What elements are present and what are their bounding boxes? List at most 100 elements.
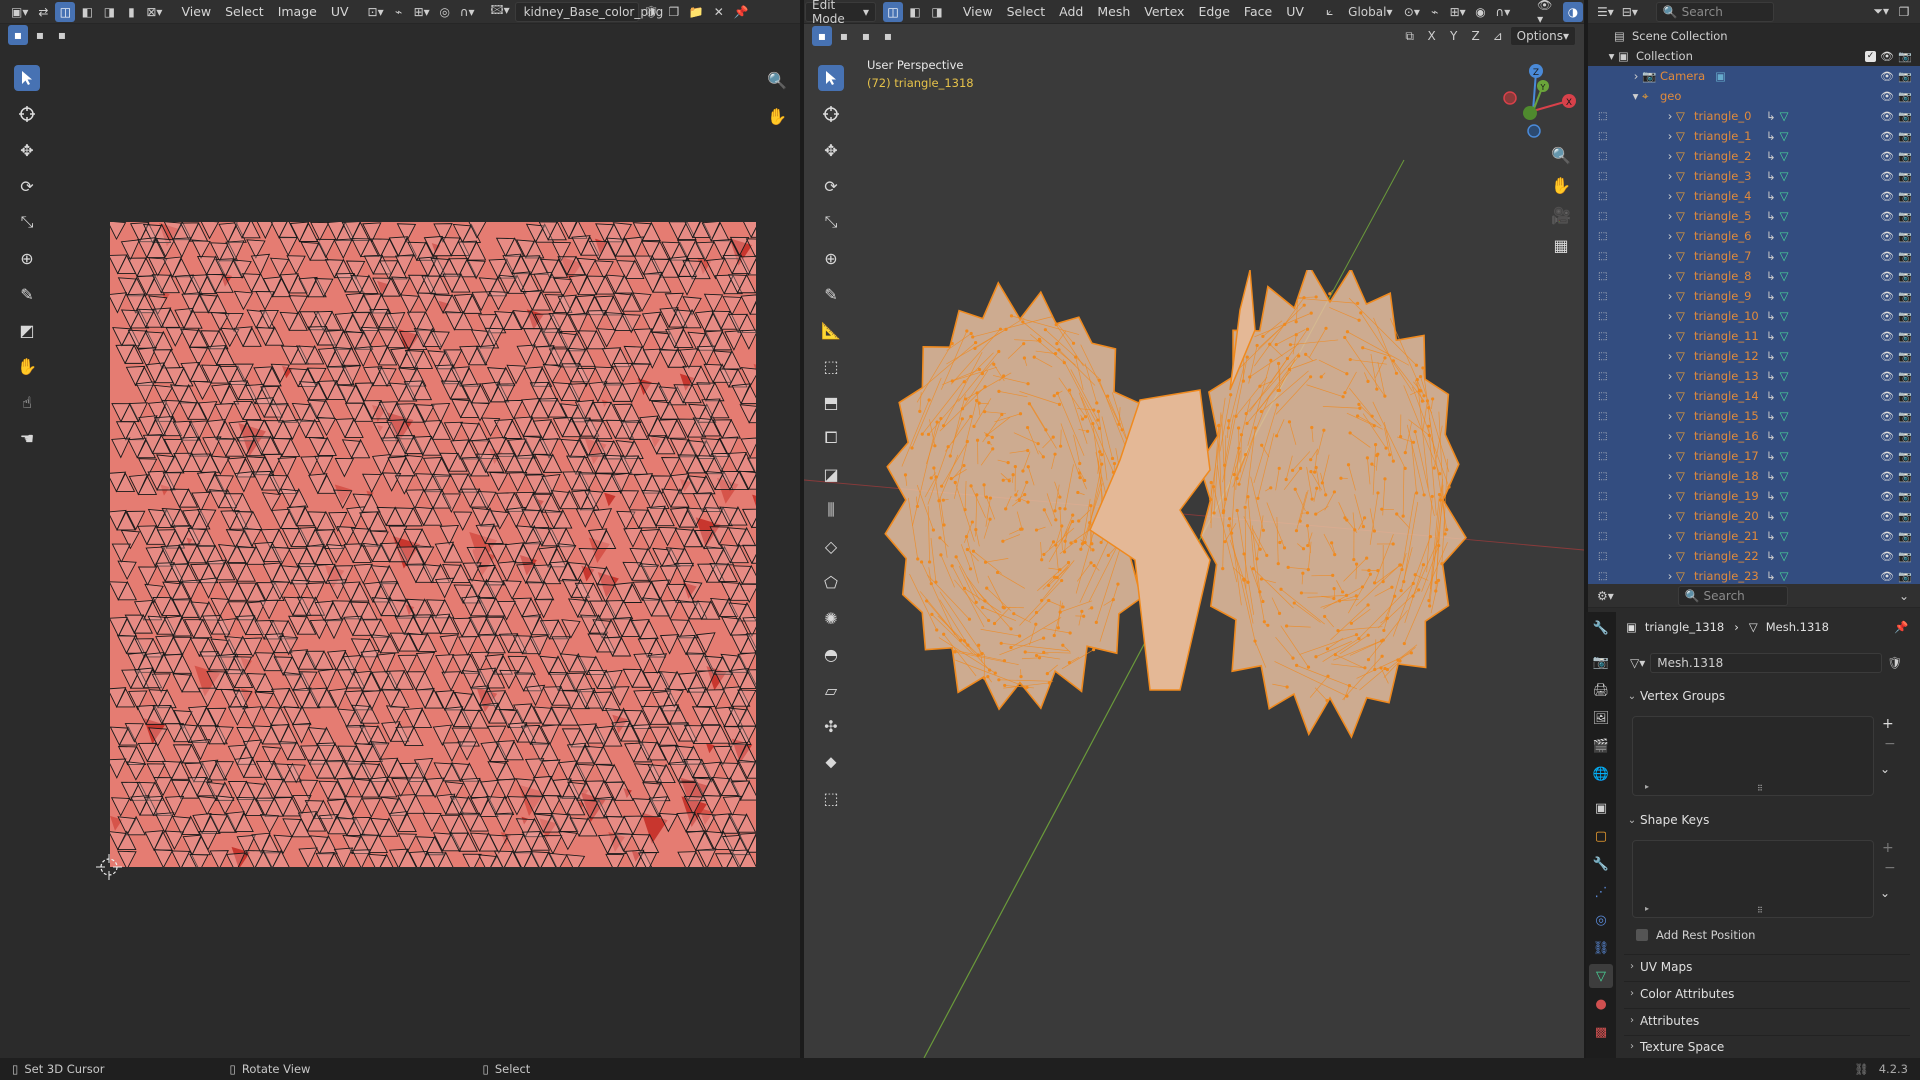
visibility-eye-icon[interactable]: 👁 bbox=[1880, 270, 1894, 283]
exclude-checkbox[interactable]: ✓ bbox=[1865, 50, 1876, 62]
vp-select-extend-icon[interactable]: ▪ bbox=[834, 26, 854, 46]
visibility-eye-icon[interactable]: 👁 bbox=[1880, 70, 1894, 83]
unlink-image-icon[interactable]: ✕ bbox=[709, 2, 729, 22]
poly-build-tool-icon[interactable]: ⬠ bbox=[818, 569, 844, 595]
annotate-tool-icon[interactable]: ✎ bbox=[14, 281, 40, 307]
outliner-object-row[interactable]: ⬚ › ▽ triangle_0 ↳ ▽ 👁 📷 bbox=[1588, 106, 1920, 126]
expand-chevron-icon[interactable]: › bbox=[1612, 149, 1676, 163]
mesh-name-field[interactable]: Mesh.1318 bbox=[1650, 653, 1883, 673]
visibility-eye-icon[interactable]: 👁 bbox=[1880, 430, 1894, 443]
viewport-menu-uv[interactable]: UV bbox=[1279, 4, 1311, 19]
pinch-tool-icon[interactable]: ☚ bbox=[14, 425, 40, 451]
visibility-eye-icon[interactable]: 👁 bbox=[1880, 170, 1894, 183]
filter-icon[interactable]: ⏷▾ bbox=[1870, 2, 1892, 22]
physics-tab-icon[interactable]: ◎ bbox=[1589, 908, 1613, 932]
visibility-eye-icon[interactable]: 👁 bbox=[1880, 210, 1894, 223]
collapse-chevron-icon[interactable]: ▾ bbox=[1588, 89, 1642, 103]
render-camera-icon[interactable]: 📷 bbox=[1898, 190, 1912, 203]
uv-2d-cursor-icon[interactable] bbox=[94, 852, 124, 882]
select-toggle-icon[interactable]: ⬚ bbox=[1598, 231, 1612, 242]
snap-icon[interactable]: ⌁ bbox=[389, 2, 409, 22]
viewport-menu-add[interactable]: Add bbox=[1052, 4, 1090, 19]
vertex-groups-header[interactable]: ⌄ Vertex Groups bbox=[1624, 684, 1910, 708]
visibility-eye-icon[interactable]: 👁 bbox=[1880, 150, 1894, 163]
vertex-group-remove-button[interactable]: − bbox=[1884, 736, 1896, 752]
image-browse-icon[interactable]: 🖾▾ bbox=[488, 2, 513, 22]
snap-toggle-icon[interactable]: ⌁ bbox=[1425, 2, 1445, 22]
vp-rotate-tool-icon[interactable]: ⟳ bbox=[818, 173, 844, 199]
render-camera-icon[interactable]: 📷 bbox=[1898, 510, 1912, 523]
outliner-object-row[interactable]: ⬚ › ▽ triangle_16 ↳ ▽ 👁 📷 bbox=[1588, 426, 1920, 446]
uv-menu-image[interactable]: Image bbox=[271, 4, 324, 19]
edge-slide-tool-icon[interactable]: ▱ bbox=[818, 677, 844, 703]
outliner-camera[interactable]: › 📷 Camera ▣ 👁 📷 bbox=[1588, 66, 1920, 86]
mirror-z[interactable]: Z bbox=[1466, 26, 1486, 46]
render-camera-icon[interactable]: 📷 bbox=[1898, 390, 1912, 403]
proportional-falloff-icon[interactable]: ∩▾ bbox=[1493, 2, 1514, 22]
navigation-gizmo[interactable]: Z X Y bbox=[1488, 56, 1578, 146]
render-camera-icon[interactable]: 📷 bbox=[1898, 410, 1912, 423]
expand-chevron-icon[interactable]: › bbox=[1612, 469, 1676, 483]
pivot-icon[interactable]: ⊡▾ bbox=[365, 2, 387, 22]
transform-tool-icon[interactable]: ⊕ bbox=[14, 245, 40, 271]
expand-chevron-icon[interactable]: › bbox=[1612, 509, 1676, 523]
select-toggle-icon[interactable]: ⬚ bbox=[1598, 111, 1612, 122]
outliner-object-row[interactable]: ⬚ › ▽ triangle_15 ↳ ▽ 👁 📷 bbox=[1588, 406, 1920, 426]
pivot-point-icon[interactable]: ⊙▾ bbox=[1401, 2, 1423, 22]
viewport-menu-face[interactable]: Face bbox=[1237, 4, 1279, 19]
tool-tab-icon[interactable]: 🔧 bbox=[1589, 616, 1613, 640]
viewport-menu-mesh[interactable]: Mesh bbox=[1090, 4, 1137, 19]
outliner-object-row[interactable]: ⬚ › ▽ triangle_8 ↳ ▽ 👁 📷 bbox=[1588, 266, 1920, 286]
render-camera-icon[interactable]: 📷 bbox=[1898, 230, 1912, 243]
list-resize-handle-icon[interactable]: ⠿ bbox=[1757, 906, 1763, 915]
select-toggle-icon[interactable]: ⬚ bbox=[1598, 311, 1612, 322]
outliner-scene-collection[interactable]: ▤ Scene Collection bbox=[1588, 26, 1920, 46]
outliner-object-row[interactable]: ⬚ › ▽ triangle_11 ↳ ▽ 👁 📷 bbox=[1588, 326, 1920, 346]
visibility-eye-icon[interactable]: 👁 bbox=[1880, 190, 1894, 203]
render-camera-icon[interactable]: 📷 bbox=[1898, 570, 1912, 583]
face-select-icon[interactable]: ◨ bbox=[927, 2, 947, 22]
viewport-menu-edge[interactable]: Edge bbox=[1191, 4, 1236, 19]
expand-chevron-icon[interactable]: › bbox=[1612, 409, 1676, 423]
render-camera-icon[interactable]: 📷 bbox=[1898, 450, 1912, 463]
orientation-icon[interactable]: ⟀ bbox=[1320, 2, 1340, 22]
render-camera-icon[interactable]: 📷 bbox=[1898, 330, 1912, 343]
open-image-icon[interactable]: 📁 bbox=[686, 2, 707, 22]
uv-menu-view[interactable]: View bbox=[174, 4, 218, 19]
vp-select-subtract-icon[interactable]: ▪ bbox=[856, 26, 876, 46]
expand-chevron-icon[interactable]: › bbox=[1612, 569, 1676, 583]
rip-tool-icon[interactable]: ◩ bbox=[14, 317, 40, 343]
properties-editor-type-icon[interactable]: ⚙▾ bbox=[1594, 586, 1617, 606]
color-attributes-header[interactable]: › Color Attributes bbox=[1624, 981, 1910, 1005]
select-box-tool-icon[interactable] bbox=[14, 65, 40, 91]
list-expand-icon[interactable]: ▸ bbox=[1645, 904, 1649, 913]
select-toggle-icon[interactable]: ⬚ bbox=[1598, 491, 1612, 502]
render-camera-icon[interactable]: 📷 bbox=[1898, 70, 1912, 83]
visibility-eye-icon[interactable]: 👁 bbox=[1880, 490, 1894, 503]
face-select-mode-icon[interactable]: ◨ bbox=[99, 2, 119, 22]
bevel-tool-icon[interactable]: ◪ bbox=[818, 461, 844, 487]
render-camera-icon[interactable]: 📷 bbox=[1898, 290, 1912, 303]
vertex-group-specials-button[interactable]: ⌄ bbox=[1880, 762, 1890, 776]
select-toggle-icon[interactable]: ⬚ bbox=[1598, 531, 1612, 542]
pan-hand-icon[interactable]: ✋ bbox=[764, 103, 790, 129]
vertex-select-mode-icon[interactable]: ◫ bbox=[55, 1, 76, 22]
uv-texture-canvas[interactable] bbox=[110, 222, 756, 867]
outliner-object-row[interactable]: ⬚ › ▽ triangle_17 ↳ ▽ 👁 📷 bbox=[1588, 446, 1920, 466]
edge-select-mode-icon[interactable]: ◧ bbox=[77, 2, 97, 22]
expand-chevron-icon[interactable]: › bbox=[1612, 349, 1676, 363]
render-camera-icon[interactable]: 📷 bbox=[1898, 470, 1912, 483]
falloff-icon[interactable]: ∩▾ bbox=[457, 2, 478, 22]
snap-element-icon[interactable]: ⊞▾ bbox=[1447, 2, 1469, 22]
smooth-tool-icon[interactable]: ◓ bbox=[818, 641, 844, 667]
attributes-header[interactable]: › Attributes bbox=[1624, 1008, 1910, 1032]
display-mode-icon[interactable]: ⊟▾ bbox=[1619, 2, 1641, 22]
render-camera-icon[interactable]: 📷 bbox=[1898, 110, 1912, 123]
shrink-fatten-tool-icon[interactable]: ✣ bbox=[818, 713, 844, 739]
visibility-icon[interactable]: 👁▾ bbox=[1534, 0, 1561, 26]
add-rest-position-row[interactable]: Add Rest Position bbox=[1636, 926, 1755, 944]
select-toggle-icon[interactable]: ⬚ bbox=[1598, 211, 1612, 222]
outliner-object-row[interactable]: ⬚ › ▽ triangle_2 ↳ ▽ 👁 📷 bbox=[1588, 146, 1920, 166]
view-layer-tab-icon[interactable]: 🖼 bbox=[1589, 706, 1613, 730]
move-tool-icon[interactable]: ✥ bbox=[14, 137, 40, 163]
